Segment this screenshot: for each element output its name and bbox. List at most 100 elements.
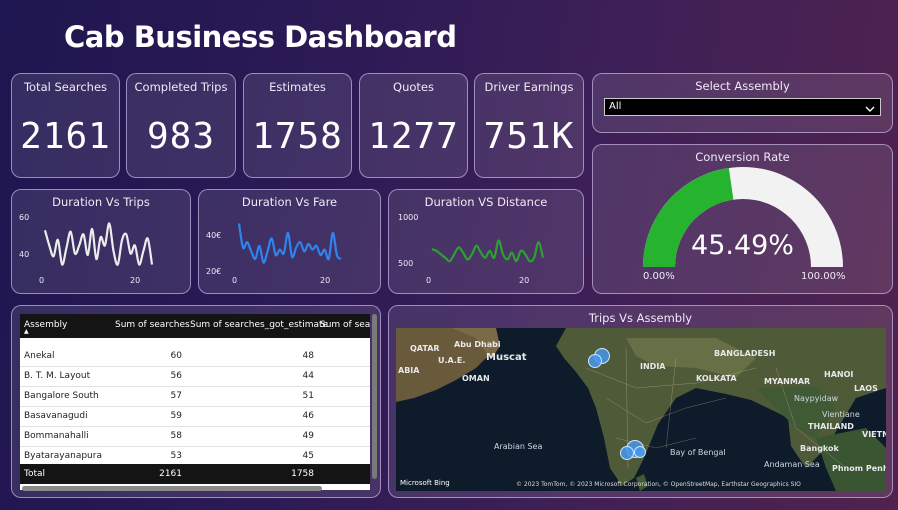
cell-assembly: Bommanahalli (24, 431, 89, 441)
kpi-completed-trips: Completed Trips 983 (126, 73, 236, 178)
map-label: MYANMAR (764, 377, 811, 386)
map-label: Bay of Bengal (670, 448, 726, 457)
table-row[interactable]: B. T. M. Layout 56 44 (20, 366, 370, 387)
chart-title: Duration Vs Fare (241, 195, 338, 209)
horizontal-scrollbar[interactable] (22, 486, 322, 491)
assembly-dropdown[interactable]: All (604, 98, 881, 116)
kpi-label: Driver Earnings (484, 80, 574, 94)
total-searches: 2161 (159, 469, 182, 479)
y-tick-label: 1000 (398, 213, 418, 222)
kpi-value: 1277 (368, 116, 459, 157)
kpi-value: 983 (146, 116, 216, 157)
map-label: Abu Dhabi (454, 340, 501, 349)
kpi-driver-earnings: Driver Earnings 751K (474, 73, 584, 178)
map-label: INDIA (640, 362, 666, 371)
map-bubble[interactable] (620, 446, 634, 460)
map-label: QATAR (410, 344, 440, 353)
map-attribution: © 2023 TomTom, © 2023 Microsoft Corporat… (516, 481, 801, 488)
cell-estimate: 46 (302, 411, 314, 421)
y-tick-label: 40€ (206, 231, 221, 240)
table-row[interactable]: Anekal 60 48 (20, 346, 370, 367)
slicer-title: Select Assembly (695, 79, 790, 93)
trips-map[interactable]: Muscat Abu Dhabi QATAR U.A.E. OMAN ABIA … (396, 328, 886, 491)
y-tick-label: 60 (19, 213, 29, 222)
map-bubble[interactable] (588, 354, 602, 368)
x-tick-label: 20 (320, 276, 330, 285)
gauge-value: 45.49% (691, 230, 794, 261)
table-row[interactable]: Bangalore South 57 51 (20, 386, 370, 407)
cell-assembly: Anekal (24, 351, 55, 361)
series-line (431, 239, 545, 263)
chart-title: Duration VS Distance (424, 195, 548, 209)
series-line (237, 223, 342, 264)
map-label: Naypyidaw (794, 394, 839, 403)
conversion-rate-card: Conversion Rate 45.49% 0.00% 100.00% (592, 144, 893, 294)
col-sum-searches[interactable]: Sum of searches (115, 320, 190, 330)
map-label: KOLKATA (696, 374, 737, 383)
map-label: Vientiane (822, 410, 860, 419)
kpi-value: 751K (483, 116, 575, 157)
series-line (43, 222, 154, 266)
total-label: Total (24, 469, 46, 479)
x-tick-label: 20 (519, 276, 529, 285)
y-tick-label: 40 (19, 250, 29, 259)
y-tick-label: 500 (398, 259, 413, 268)
cell-estimate: 45 (302, 451, 314, 461)
kpi-value: 2161 (20, 116, 111, 157)
gauge-max-label: 100.00% (801, 271, 846, 282)
cell-assembly: B. T. M. Layout (24, 371, 91, 381)
table-row[interactable]: Bommanahalli 58 49 (20, 426, 370, 447)
map-label: Andaman Sea (764, 460, 820, 469)
dropdown-value: All (609, 101, 622, 112)
map-label: HANOI (824, 370, 854, 379)
kpi-total-searches: Total Searches 2161 (11, 73, 120, 178)
cell-assembly: Byatarayanapura (24, 451, 102, 461)
chart-title: Duration Vs Trips (52, 195, 150, 209)
assembly-table: Assembly ▲ Sum of searches Sum of search… (20, 314, 370, 490)
y-tick-label: 20€ (206, 267, 221, 276)
x-tick-label: 0 (39, 276, 44, 285)
duration-vs-fare-card: Duration Vs Fare 40€ 20€ 0 20 (198, 189, 381, 294)
cell-estimate: 49 (302, 431, 314, 441)
kpi-estimates: Estimates 1758 (243, 73, 352, 178)
kpi-quotes: Quotes 1277 (359, 73, 468, 178)
sort-asc-icon: ▲ (24, 328, 29, 335)
col-sum-more[interactable]: Sum of sear (320, 320, 370, 330)
map-label: Bangkok (800, 444, 839, 453)
table-total-row: Total 2161 1758 (20, 464, 370, 484)
duration-vs-distance-card: Duration VS Distance 1000 500 0 20 (388, 189, 584, 294)
map-bubble[interactable] (634, 446, 646, 458)
cell-searches: 60 (170, 351, 182, 361)
col-sum-got-estimate[interactable]: Sum of searches_got_estimate (190, 320, 328, 330)
cell-searches: 53 (170, 451, 182, 461)
cell-estimate: 51 (302, 391, 314, 401)
assembly-slicer-card: Select Assembly All (592, 73, 893, 133)
map-title: Trips Vs Assembly (588, 311, 693, 325)
map-label: VIETNAM (862, 430, 886, 439)
cell-searches: 59 (170, 411, 182, 421)
chevron-down-icon[interactable] (864, 100, 876, 119)
cell-estimate: 48 (302, 351, 314, 361)
table-row[interactable]: Basavanagudi 59 46 (20, 406, 370, 427)
kpi-label: Quotes (393, 80, 434, 94)
x-tick-label: 20 (130, 276, 140, 285)
duration-vs-trips-card: Duration Vs Trips 60 40 0 20 (11, 189, 191, 294)
map-label: ABIA (398, 366, 420, 375)
cell-searches: 57 (170, 391, 182, 401)
conversion-gauge (643, 167, 843, 267)
cell-assembly: Basavanagudi (24, 411, 88, 421)
kpi-label: Total Searches (23, 80, 108, 94)
x-tick-label: 0 (232, 276, 237, 285)
map-label: Muscat (486, 352, 527, 363)
total-estimate: 1758 (291, 469, 314, 479)
kpi-value: 1758 (252, 116, 343, 157)
vertical-scrollbar[interactable] (372, 314, 377, 479)
x-tick-label: 0 (426, 276, 431, 285)
cell-estimate: 44 (302, 371, 314, 381)
map-label: LAOS (854, 384, 878, 393)
trips-vs-assembly-card: Trips Vs Assembly Muscat Abu Dhabi QATAR… (388, 305, 893, 498)
col-assembly[interactable]: Assembly (24, 320, 67, 330)
table-row[interactable]: Byatarayanapura 53 45 (20, 446, 370, 466)
map-label: THAILAND (808, 422, 854, 431)
page-title: Cab Business Dashboard (64, 20, 457, 54)
